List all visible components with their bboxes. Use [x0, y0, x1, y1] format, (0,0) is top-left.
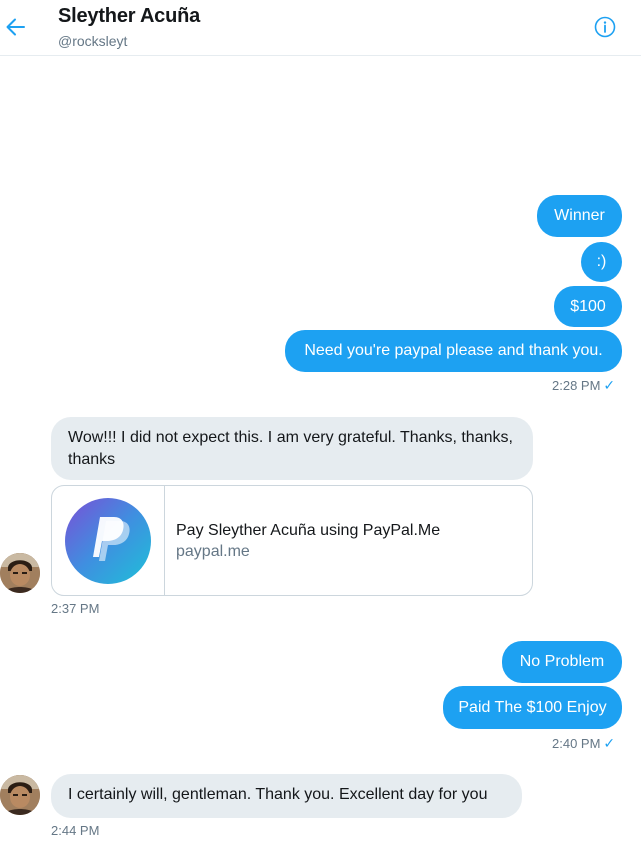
contact-handle[interactable]: @rocksleyt — [58, 33, 127, 49]
sent-check-icon: ✓ — [603, 377, 616, 393]
outgoing-message[interactable]: $100 — [554, 286, 622, 327]
back-arrow-icon[interactable] — [4, 14, 26, 40]
outgoing-message[interactable]: Paid The $100 Enjoy — [443, 686, 622, 729]
sent-check-icon: ✓ — [603, 735, 616, 751]
conversation-header: Sleyther Acuña @rocksleyt — [0, 0, 641, 56]
message-timestamp: 2:44 PM — [51, 823, 100, 838]
timestamp-text: 2:28 PM — [552, 378, 601, 393]
outgoing-message[interactable]: Winner — [537, 195, 622, 237]
incoming-message[interactable]: I certainly will, gentleman. Thank you. … — [51, 774, 522, 818]
link-card-domain: paypal.me — [176, 543, 250, 560]
timestamp-text: 2:40 PM — [552, 736, 601, 751]
message-timestamp: 2:28 PM ✓ — [552, 377, 615, 394]
outgoing-message[interactable]: :) — [581, 242, 622, 282]
contact-name[interactable]: Sleyther Acuña — [58, 5, 200, 28]
link-card-title: Pay Sleyther Acuña using PayPal.Me — [176, 522, 441, 539]
info-icon[interactable] — [594, 16, 616, 38]
link-preview-card[interactable]: Pay Sleyther Acuña using PayPal.Me paypa… — [51, 485, 533, 596]
message-timestamp: 2:37 PM — [51, 601, 100, 616]
message-timestamp: 2:40 PM ✓ — [552, 735, 615, 752]
paypal-logo-icon — [52, 486, 165, 595]
contact-avatar[interactable] — [0, 775, 40, 815]
outgoing-message[interactable]: No Problem — [502, 641, 622, 683]
contact-avatar[interactable] — [0, 553, 40, 593]
outgoing-message[interactable]: Need you're paypal please and thank you. — [285, 330, 622, 372]
incoming-message[interactable]: Wow!!! I did not expect this. I am very … — [51, 417, 533, 480]
